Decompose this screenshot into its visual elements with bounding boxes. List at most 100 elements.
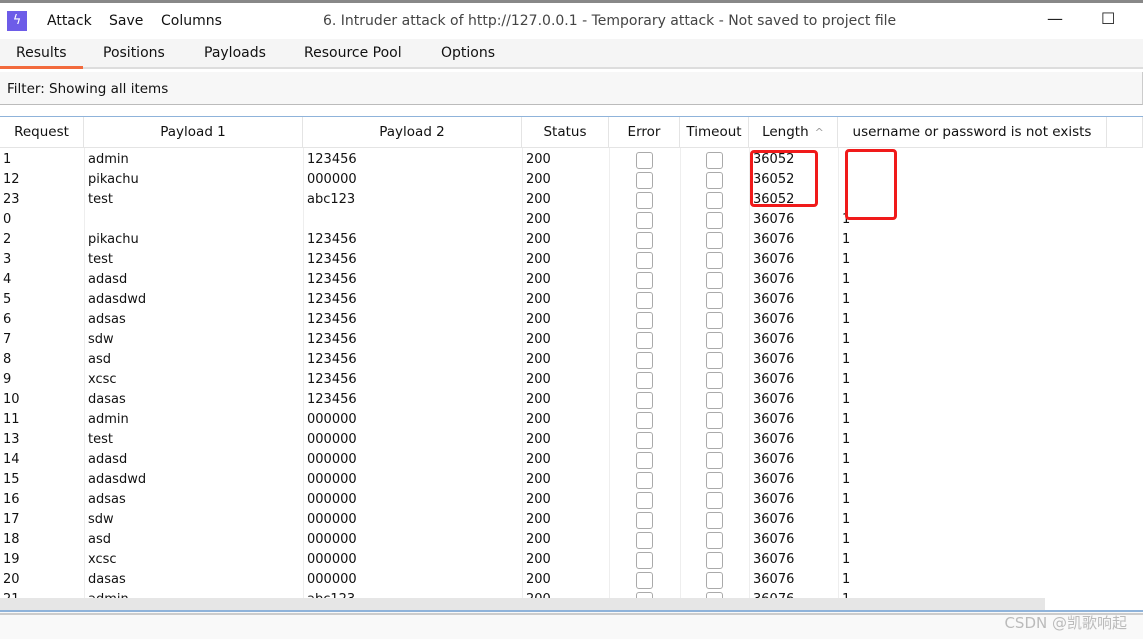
- cell-payload-1: asd: [88, 532, 111, 547]
- table-row[interactable]: 7 sdw 123456 200 36076 1: [0, 330, 1143, 350]
- table-row[interactable]: 23 test abc123 200 36052: [0, 190, 1143, 210]
- cell-payload-1: pikachu: [88, 172, 139, 187]
- cell-status: 200: [526, 192, 551, 207]
- cell-length: 36076: [753, 492, 795, 507]
- cell-request: 7: [3, 332, 12, 347]
- table-row[interactable]: 20 dasas 000000 200 36076 1: [0, 570, 1143, 590]
- filter-text: Filter: Showing all items: [7, 81, 169, 97]
- cell-length: 36076: [753, 332, 795, 347]
- table-row[interactable]: 0 200 36076 1: [0, 210, 1143, 230]
- column-header-label: Error: [627, 124, 661, 140]
- highlight-box-length: [750, 150, 818, 207]
- timeout-checkbox: [705, 392, 723, 409]
- cell-grep-match: 1: [842, 492, 851, 507]
- menu-columns[interactable]: Columns: [161, 13, 222, 29]
- timeout-checkbox: [705, 192, 723, 209]
- table-row[interactable]: 15 adasdwd 000000 200 36076 1: [0, 470, 1143, 490]
- cell-grep-match: 1: [842, 232, 851, 247]
- cell-length: 36076: [753, 512, 795, 527]
- cell-payload-2: 123456: [307, 152, 357, 167]
- cell-request: 0: [3, 212, 12, 227]
- cell-status: 200: [526, 492, 551, 507]
- tab-positions[interactable]: Positions: [103, 45, 165, 61]
- cell-length: 36076: [750, 590, 839, 598]
- error-checkbox: [635, 352, 653, 369]
- timeout-checkbox: [705, 152, 723, 169]
- column-header-grep-match[interactable]: username or password is not exists: [838, 117, 1107, 148]
- cell-payload-2: 123456: [307, 352, 357, 367]
- cell-length: 36076: [753, 532, 795, 547]
- timeout-checkbox: [705, 252, 723, 269]
- error-checkbox: [635, 292, 653, 309]
- tab-results[interactable]: Results: [0, 45, 82, 69]
- cell-status: 200: [526, 572, 551, 587]
- table-row[interactable]: 17 sdw 000000 200 36076 1: [0, 510, 1143, 530]
- watermark: CSDN @凯歌响起: [1004, 614, 1127, 632]
- table-row[interactable]: 6 adsas 123456 200 36076 1: [0, 310, 1143, 330]
- cell-payload-1: adasd: [88, 272, 128, 287]
- column-header-error[interactable]: Error: [609, 117, 680, 148]
- timeout-checkbox: [705, 472, 723, 489]
- column-header-label: Payload 1: [160, 124, 226, 140]
- tab-payloads[interactable]: Payloads: [204, 45, 266, 61]
- table-row[interactable]: 5 adasdwd 123456 200 36076 1: [0, 290, 1143, 310]
- table-row[interactable]: 21adminabc123200 360761: [0, 590, 1143, 598]
- cell-payload-2: 123456: [307, 312, 357, 327]
- cell-payload-2: 000000: [307, 412, 357, 427]
- error-checkbox: [635, 432, 653, 449]
- table-row[interactable]: 14 adasd 000000 200 36076 1: [0, 450, 1143, 470]
- cell-payload-1: adasdwd: [88, 292, 147, 307]
- table-row[interactable]: 12 pikachu 000000 200 36052: [0, 170, 1143, 190]
- minimize-button[interactable]: —: [1047, 9, 1063, 28]
- cell-length: 36076: [753, 432, 795, 447]
- cell-request: 19: [3, 552, 20, 567]
- error-checkbox: [635, 532, 653, 549]
- cell-payload-2: 123456: [307, 232, 357, 247]
- cell-payload-1: pikachu: [88, 232, 139, 247]
- timeout-checkbox: [705, 532, 723, 549]
- column-header-payload-1[interactable]: Payload 1: [84, 117, 303, 148]
- table-row[interactable]: 4 adasd 123456 200 36076 1: [0, 270, 1143, 290]
- column-header-payload-2[interactable]: Payload 2: [303, 117, 522, 148]
- table-row[interactable]: 10 dasas 123456 200 36076 1: [0, 390, 1143, 410]
- table-row[interactable]: 8 asd 123456 200 36076 1: [0, 350, 1143, 370]
- cell-status: 200: [526, 392, 551, 407]
- menu-attack[interactable]: Attack: [47, 13, 92, 29]
- cell-payload-2: 000000: [307, 512, 357, 527]
- table-row[interactable]: 16 adsas 000000 200 36076 1: [0, 490, 1143, 510]
- cell-status: 200: [526, 332, 551, 347]
- table-row[interactable]: 3 test 123456 200 36076 1: [0, 250, 1143, 270]
- error-checkbox: [635, 372, 653, 389]
- cell-status: 200: [526, 312, 551, 327]
- error-checkbox: [635, 152, 653, 169]
- cell-grep-match: 1: [842, 352, 851, 367]
- timeout-checkbox: [705, 452, 723, 469]
- horizontal-scrollbar[interactable]: [0, 598, 1045, 610]
- error-checkbox: [635, 212, 653, 229]
- table-row[interactable]: 2 pikachu 123456 200 36076 1: [0, 230, 1143, 250]
- tab-resource-pool[interactable]: Resource Pool: [304, 45, 402, 61]
- table-row[interactable]: 11 admin 000000 200 36076 1: [0, 410, 1143, 430]
- menu-save[interactable]: Save: [109, 13, 143, 29]
- column-header-status[interactable]: Status: [522, 117, 609, 148]
- column-header-request[interactable]: Request: [0, 117, 84, 148]
- table-row[interactable]: 1 admin 123456 200 36052: [0, 150, 1143, 170]
- tab-options[interactable]: Options: [441, 45, 495, 61]
- cell-grep-match: 1: [842, 552, 851, 567]
- timeout-checkbox: [705, 212, 723, 229]
- cell-status: 200: [526, 352, 551, 367]
- table-row[interactable]: 19 xcsc 000000 200 36076 1: [0, 550, 1143, 570]
- timeout-checkbox: [705, 492, 723, 509]
- column-header-length[interactable]: Length ^: [749, 117, 838, 148]
- column-header-timeout[interactable]: Timeout: [680, 117, 749, 148]
- filter-bar[interactable]: Filter: Showing all items: [0, 72, 1143, 105]
- maximize-button[interactable]: ☐: [1101, 9, 1115, 28]
- cell-payload-2: abc123: [307, 192, 356, 207]
- cell-length: 36076: [753, 412, 795, 427]
- table-row[interactable]: 18 asd 000000 200 36076 1: [0, 530, 1143, 550]
- burp-logo-icon: ϟ: [7, 11, 27, 31]
- table-row[interactable]: 9 xcsc 123456 200 36076 1: [0, 370, 1143, 390]
- table-row[interactable]: 13 test 000000 200 36076 1: [0, 430, 1143, 450]
- cell-length: 36076: [753, 212, 795, 227]
- column-header-empty: [1107, 117, 1143, 148]
